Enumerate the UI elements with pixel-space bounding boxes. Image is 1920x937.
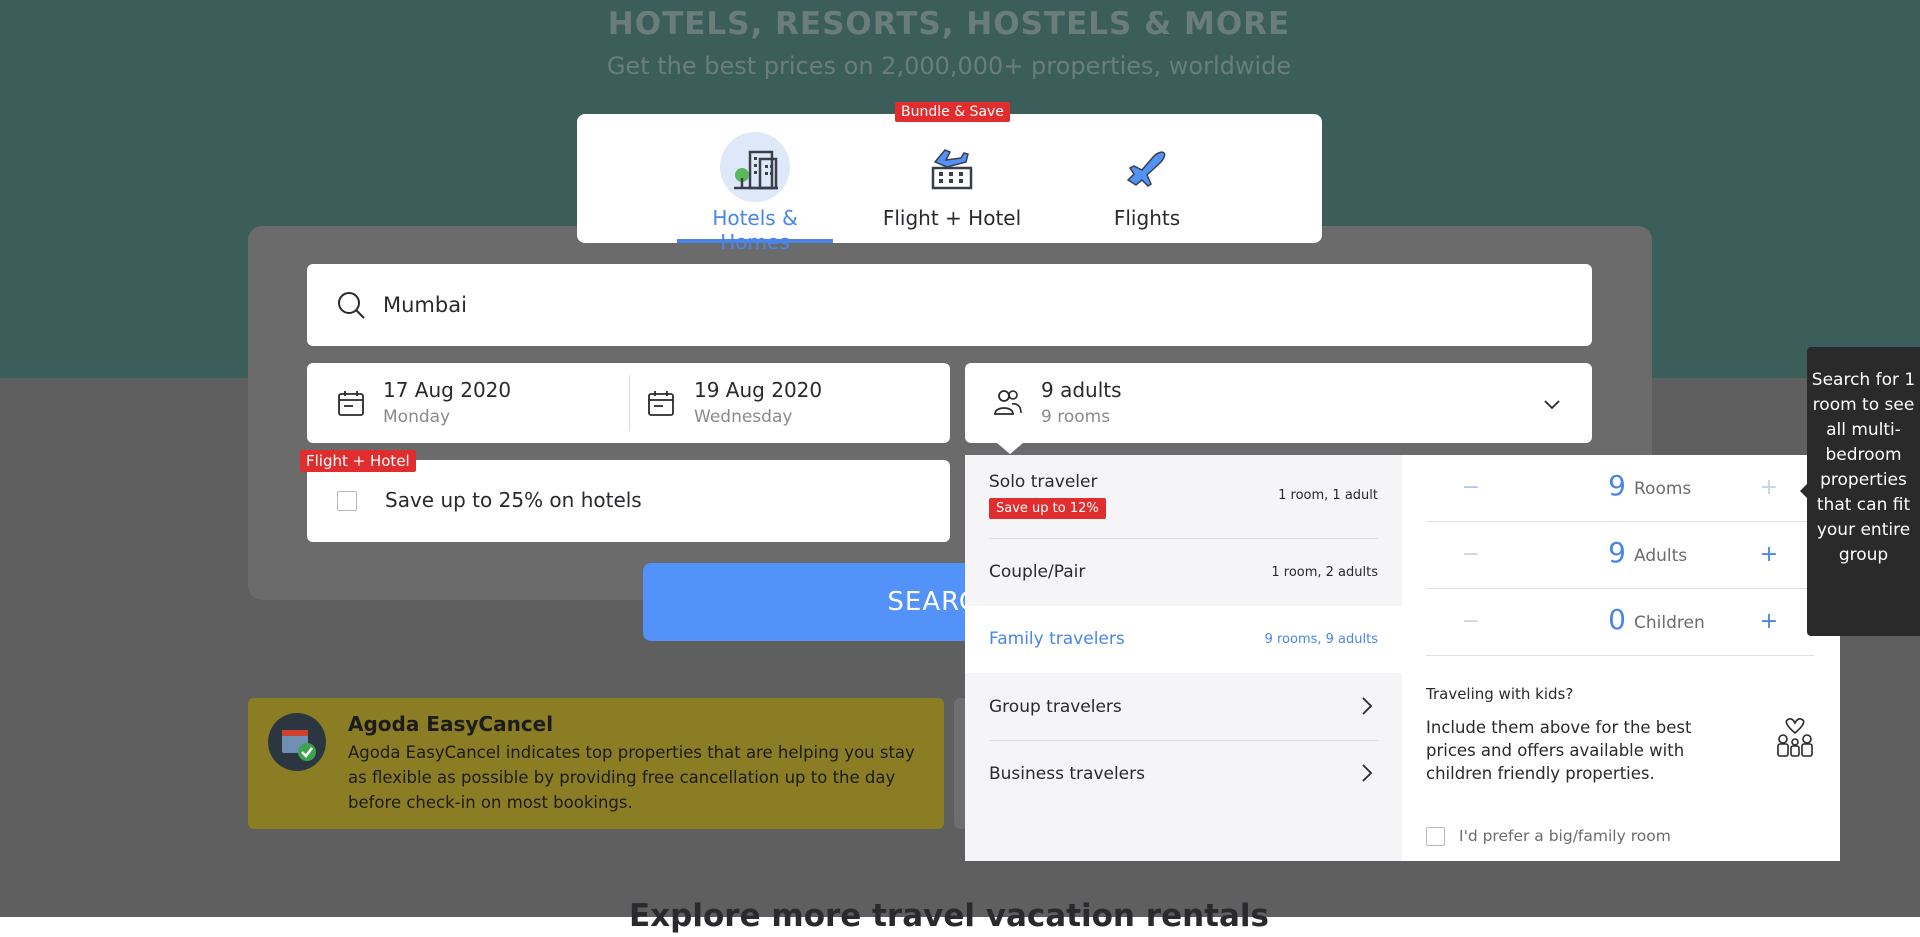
adults-plus-button[interactable]: + xyxy=(1754,540,1784,570)
page: HOTELS, RESORTS, HOSTELS & MORE Get the … xyxy=(0,0,1920,937)
occupancy-sub: 9 rooms xyxy=(1041,407,1111,427)
airplane-icon xyxy=(1112,132,1182,202)
calendar-icon xyxy=(337,389,365,421)
rooms-label: Rooms xyxy=(1634,479,1692,499)
calendar-icon xyxy=(647,389,675,421)
rooms-tooltip: Search for 1 room to see all multi-bedro… xyxy=(1807,347,1920,636)
traveler-type-label: Solo traveler xyxy=(989,472,1098,492)
children-plus-button[interactable]: + xyxy=(1754,607,1784,637)
easycancel-title: Agoda EasyCancel xyxy=(348,712,554,736)
children-minus-button[interactable]: − xyxy=(1456,607,1486,637)
hero-subtitle: Get the best prices on 2,000,000+ proper… xyxy=(606,52,1292,80)
rooms-plus-button[interactable]: + xyxy=(1754,473,1784,503)
adults-counter: − 9 Adults + xyxy=(1426,522,1814,589)
hotel-building-icon xyxy=(720,132,790,202)
chevron-down-icon xyxy=(1543,396,1561,415)
product-tabs: Hotels & Homes Flight + Hotel Flights xyxy=(577,114,1322,254)
explore-heading: Explore more travel vacation rentals xyxy=(629,898,1269,934)
tab-flights[interactable]: Flights xyxy=(1072,114,1222,243)
checkin-date: 17 Aug 2020 xyxy=(383,378,512,402)
save-badge: Save up to 12% xyxy=(989,498,1106,519)
easycancel-body: Agoda EasyCancel indicates top propertie… xyxy=(348,743,915,812)
date-picker: 17 Aug 2020 Monday 19 Aug 2020 Wednesday xyxy=(307,363,950,443)
bundle-option[interactable]: Save up to 25% on hotels xyxy=(307,460,950,542)
rooms-minus-button[interactable]: − xyxy=(1456,473,1486,503)
family-room-label: I'd prefer a big/family room xyxy=(1459,827,1671,845)
traveler-type-label: Group travelers xyxy=(989,697,1122,717)
easycancel-banner: Agoda EasyCancel Agoda EasyCancel indica… xyxy=(248,698,944,829)
tab-flights-label: Flights xyxy=(1113,206,1181,230)
destination-search-box[interactable] xyxy=(307,264,1592,346)
bundle-label: Save up to 25% on hotels xyxy=(385,488,642,512)
traveler-type-group[interactable]: Group travelers xyxy=(965,673,1402,740)
checkin-day: Monday xyxy=(383,407,451,427)
adults-minus-button[interactable]: − xyxy=(1456,540,1486,570)
traveler-type-family[interactable]: Family travelers 9 rooms, 9 adults xyxy=(965,606,1402,673)
children-value: 0 xyxy=(1608,603,1626,636)
tab-hotels-homes-label: Hotels & Homes xyxy=(712,206,798,254)
traveler-type-summary: 1 room, 2 adults xyxy=(1271,565,1378,580)
bundle-checkbox[interactable] xyxy=(337,491,357,511)
checkout-date: 19 Aug 2020 xyxy=(694,378,823,402)
destination-input[interactable] xyxy=(383,286,1563,324)
occupancy-dropdown: Solo traveler Save up to 12% 1 room, 1 a… xyxy=(965,455,1840,861)
occupancy-selector[interactable]: 9 adults 9 rooms xyxy=(965,363,1592,443)
checkout-day: Wednesday xyxy=(694,407,793,427)
family-heart-icon xyxy=(1774,715,1816,763)
traveler-type-solo[interactable]: Solo traveler Save up to 12% 1 room, 1 a… xyxy=(965,455,1402,538)
children-label: Children xyxy=(1634,613,1705,633)
traveler-type-label: Couple/Pair xyxy=(989,562,1086,582)
occupancy-caret xyxy=(997,443,1023,454)
people-icon xyxy=(993,387,1023,421)
family-room-checkbox[interactable] xyxy=(1426,827,1445,846)
adults-value: 9 xyxy=(1608,536,1626,569)
traveler-type-summary: 1 room, 1 adult xyxy=(1278,488,1378,503)
traveler-type-business[interactable]: Business travelers xyxy=(965,741,1402,808)
calendar-check-icon xyxy=(268,713,326,775)
checkout-field[interactable]: 19 Aug 2020 Wednesday xyxy=(630,363,950,443)
bundle-save-badge: Bundle & Save xyxy=(895,102,1010,122)
kids-title: Traveling with kids? xyxy=(1426,685,1574,703)
rooms-counter: − 9 Rooms + xyxy=(1426,455,1814,522)
traveler-type-label: Family travelers xyxy=(989,629,1125,649)
rooms-value: 9 xyxy=(1608,469,1626,502)
traveler-type-couple[interactable]: Couple/Pair 1 room, 2 adults xyxy=(965,539,1402,606)
children-counter: − 0 Children + xyxy=(1426,589,1814,656)
traveler-type-summary: 9 rooms, 9 adults xyxy=(1264,632,1378,647)
flight-hotel-icon xyxy=(917,132,987,202)
active-tab-underline xyxy=(677,239,833,243)
hero-title: HOTELS, RESORTS, HOSTELS & MORE xyxy=(607,6,1291,42)
kids-body: Include them above for the best prices a… xyxy=(1426,718,1692,783)
occupancy-main: 9 adults xyxy=(1041,378,1122,402)
tab-flight-hotel[interactable]: Flight + Hotel xyxy=(877,114,1027,243)
tab-hotels-homes[interactable]: Hotels & Homes xyxy=(677,114,833,254)
checkin-field[interactable]: 17 Aug 2020 Monday xyxy=(307,363,629,443)
chevron-right-icon xyxy=(1361,763,1373,787)
tab-flight-hotel-label: Flight + Hotel xyxy=(882,206,1022,230)
traveler-type-label: Business travelers xyxy=(989,764,1145,784)
traveler-type-list: Solo traveler Save up to 12% 1 room, 1 a… xyxy=(965,455,1402,861)
chevron-right-icon xyxy=(1361,696,1373,720)
search-icon xyxy=(337,291,367,325)
adults-label: Adults xyxy=(1634,546,1688,566)
flight-hotel-badge: Flight + Hotel xyxy=(300,450,416,472)
